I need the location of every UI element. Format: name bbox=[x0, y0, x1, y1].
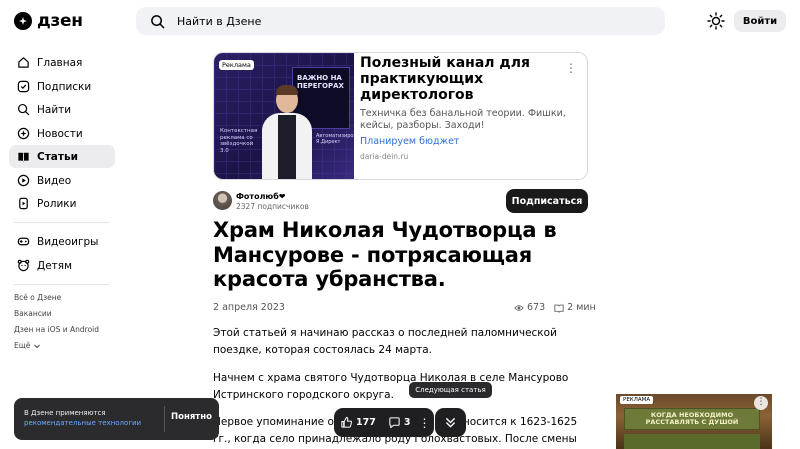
sidebar-item-kids[interactable]: Детям bbox=[9, 254, 115, 277]
sidebar-item-label: Видео bbox=[37, 174, 72, 187]
video-icon bbox=[17, 174, 30, 187]
sidebar-divider bbox=[14, 284, 110, 285]
sidebar-item-search[interactable]: Найти bbox=[9, 98, 115, 121]
more-vertical-icon[interactable]: ⋮ bbox=[754, 396, 768, 410]
ad-cta-link[interactable]: Планируем бюджет bbox=[360, 136, 459, 147]
ad-badge: Реклама bbox=[219, 60, 254, 70]
ad-domain: daria-dein.ru bbox=[360, 152, 409, 161]
sidebar-item-label: Найти bbox=[37, 103, 72, 116]
article-title: Храм Николая Чудотворца в Мансурове - по… bbox=[213, 218, 557, 291]
next-article-tooltip: Следующая статья bbox=[409, 382, 492, 398]
ad-image-caption-2: Автоматизированные Я.Директ bbox=[316, 133, 354, 145]
footer-link-jobs[interactable]: Вакансии bbox=[14, 309, 52, 318]
footer-link-apps[interactable]: Дзен на iOS и Android bbox=[14, 325, 99, 334]
ad-description: Техничка без банальной теории. Фишки, ке… bbox=[360, 108, 566, 131]
more-vertical-icon[interactable]: ⋮ bbox=[565, 61, 577, 77]
double-chevron-down-icon bbox=[446, 418, 455, 428]
cookie-separator bbox=[164, 406, 165, 432]
footer-link-more[interactable]: Ещё bbox=[14, 341, 41, 350]
article-paragraph: Этой статьей я начинаю рассказ о последн… bbox=[213, 327, 557, 356]
sidebar-item-shorts[interactable]: Ролики bbox=[9, 192, 115, 215]
sidebar-item-label: Детям bbox=[37, 259, 73, 272]
cookie-link[interactable]: рекомендательные технологии bbox=[24, 419, 141, 427]
sidebar-item-subscriptions[interactable]: Подписки bbox=[9, 75, 115, 98]
sidebar-item-news[interactable]: Новости bbox=[9, 122, 115, 145]
right-ad-headline: КОГДА НЕОБХОДИМО РАССТАВЛЯТЬ С ДУШОЙ bbox=[645, 411, 739, 426]
sidebar-item-video[interactable]: Видео bbox=[9, 169, 115, 192]
gamepad-icon bbox=[17, 237, 30, 246]
article-meta: 673 2 мин bbox=[514, 302, 596, 313]
cookie-text: В Дзене применяются рекомендательные тех… bbox=[24, 408, 141, 428]
ad-title[interactable]: Полезный канал для практикующих директол… bbox=[360, 55, 560, 103]
cookie-banner: В Дзене применяются рекомендательные тех… bbox=[14, 398, 219, 440]
search-icon bbox=[17, 103, 30, 116]
channel-subscribers: 2327 подписчиков bbox=[236, 202, 309, 211]
theme-toggle-sun-icon[interactable] bbox=[707, 12, 725, 30]
cookie-message: В Дзене применяются bbox=[24, 409, 106, 417]
search-bar[interactable] bbox=[136, 7, 665, 35]
kids-icon bbox=[17, 259, 30, 272]
like-button[interactable]: 177 bbox=[334, 408, 382, 437]
news-icon bbox=[17, 127, 30, 140]
subscribe-button[interactable]: Подписаться bbox=[506, 189, 588, 213]
search-icon bbox=[151, 14, 165, 28]
channel-name[interactable]: Фотолюб❤ bbox=[236, 192, 286, 201]
ad-image: ВАЖНО НА ПЕРЕГОРАХ Реклама Контекстная р… bbox=[214, 53, 354, 179]
book-icon bbox=[554, 304, 564, 313]
eye-icon bbox=[514, 304, 524, 311]
sidebar-divider bbox=[14, 222, 110, 223]
sidebar-item-label: Ролики bbox=[37, 197, 77, 210]
logo-text: дзен bbox=[37, 11, 83, 31]
shorts-icon bbox=[19, 197, 28, 210]
more-vertical-icon[interactable]: ⋮ bbox=[416, 416, 432, 430]
home-icon bbox=[18, 57, 29, 68]
chevron-down-icon bbox=[34, 344, 41, 348]
article-date: 2 апреля 2023 bbox=[213, 302, 285, 313]
read-time: 2 мин bbox=[567, 302, 596, 313]
dzen-logo[interactable]: дзен bbox=[14, 11, 83, 31]
sidebar-item-label: Видеоигры bbox=[37, 235, 99, 248]
article-action-bar: 177 3 ⋮ bbox=[334, 408, 434, 437]
sidebar-item-label: Главная bbox=[37, 56, 83, 69]
sidebar-item-home[interactable]: Главная bbox=[9, 51, 115, 74]
search-input[interactable] bbox=[177, 14, 577, 28]
cookie-accept-button[interactable]: Понятно bbox=[171, 412, 212, 422]
sidebar-item-videogames[interactable]: Видеоигры bbox=[9, 230, 115, 253]
article-paragraph: Начнем с храма святого Чудотворца Никола… bbox=[213, 372, 569, 401]
comment-icon bbox=[389, 417, 400, 429]
thumbs-up-icon bbox=[341, 416, 352, 428]
views-count: 673 bbox=[527, 302, 546, 313]
likes-count: 177 bbox=[356, 417, 376, 428]
sidebar-item-articles[interactable]: Статьи bbox=[9, 145, 115, 168]
footer-link-about[interactable]: Всё о Дзене bbox=[14, 293, 61, 302]
footer-more-label: Ещё bbox=[14, 341, 31, 350]
ad-image-screen-text: ВАЖНО НА ПЕРЕГОРАХ bbox=[297, 74, 344, 90]
dzen-logo-icon bbox=[14, 12, 32, 30]
articles-icon bbox=[18, 152, 29, 162]
right-ad-band bbox=[624, 434, 760, 449]
subscriptions-icon bbox=[17, 80, 30, 93]
right-ad-badge: РЕКЛАМА bbox=[620, 396, 654, 404]
ad-image-caption: Контекстная реклама со звёздочкой 3.0 bbox=[220, 128, 258, 154]
sponsored-ad-card[interactable]: ВАЖНО НА ПЕРЕГОРАХ Реклама Контекстная р… bbox=[213, 52, 588, 180]
ad-image-person-hair bbox=[276, 85, 298, 95]
channel-avatar[interactable] bbox=[213, 191, 232, 210]
sidebar-item-label: Статьи bbox=[37, 150, 78, 163]
sidebar-item-label: Новости bbox=[37, 127, 83, 140]
next-article-button[interactable] bbox=[435, 408, 466, 437]
login-button[interactable]: Войти bbox=[734, 10, 786, 32]
right-ad-board: КОГДА НЕОБХОДИМО РАССТАВЛЯТЬ С ДУШОЙ bbox=[624, 408, 760, 430]
sidebar-item-label: Подписки bbox=[37, 80, 92, 93]
comments-button[interactable]: 3 bbox=[382, 408, 417, 437]
ad-image-person-vest bbox=[278, 115, 296, 179]
right-ad-banner[interactable]: РЕКЛАМА КОГДА НЕОБХОДИМО РАССТАВЛЯТЬ С Д… bbox=[616, 394, 772, 449]
comments-count: 3 bbox=[403, 417, 411, 428]
